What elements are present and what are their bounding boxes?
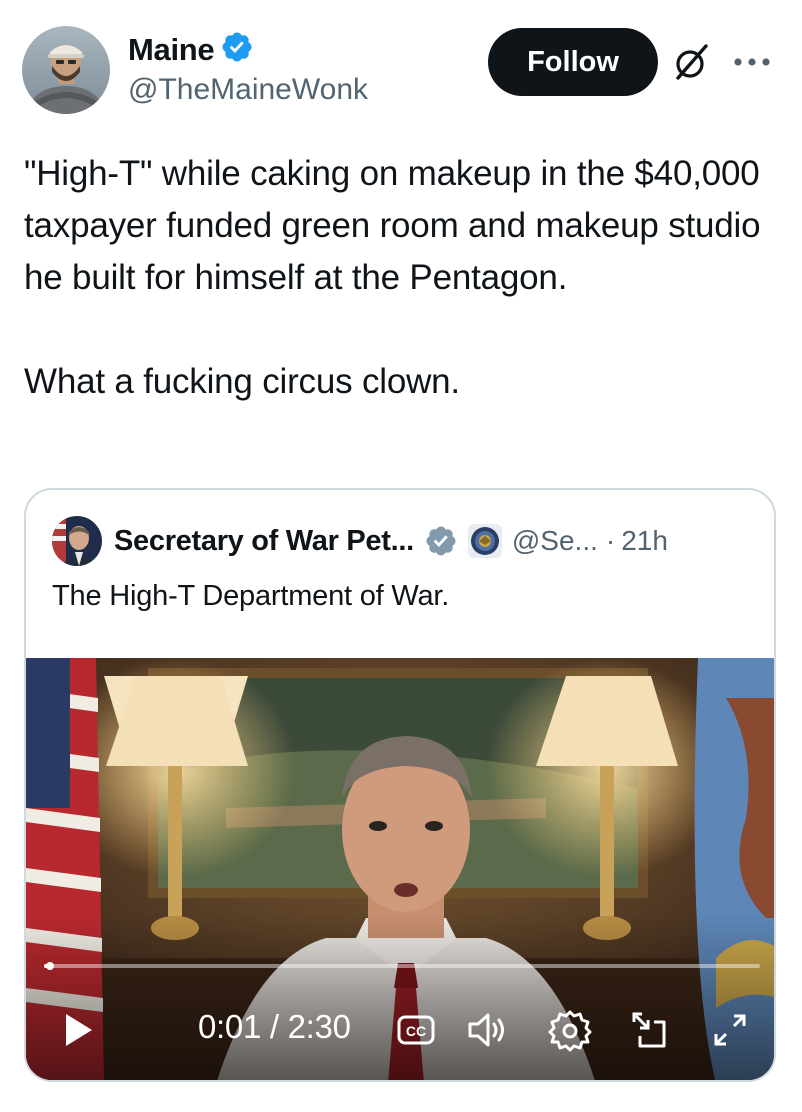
separator-dot: · [605, 525, 616, 556]
gray-verified-badge-icon[interactable] [424, 524, 458, 558]
follow-button[interactable]: Follow [488, 28, 658, 96]
author-block: Maine @TheMaineWonk [128, 30, 368, 107]
pip-icon[interactable] [630, 1010, 670, 1050]
svg-text:CC: CC [406, 1023, 426, 1039]
verified-badge-icon[interactable] [220, 30, 254, 69]
author-handle[interactable]: @TheMaineWonk [128, 73, 368, 107]
department-seal-icon[interactable] [467, 524, 502, 558]
captions-icon[interactable]: CC [396, 1014, 436, 1046]
volume-icon[interactable] [466, 1010, 510, 1050]
video-progress-bar[interactable] [44, 962, 760, 970]
grok-icon[interactable] [672, 42, 712, 82]
author-avatar[interactable] [22, 26, 110, 114]
play-icon[interactable] [60, 1010, 96, 1050]
quoted-author-avatar[interactable] [52, 516, 102, 566]
video-time-label: 0:01 / 2:30 [198, 1008, 351, 1045]
fullscreen-icon[interactable] [710, 1010, 750, 1050]
quoted-tweet-header: Secretary of War Pet... @Se... · 21h [52, 516, 752, 566]
more-icon[interactable] [730, 42, 774, 82]
quoted-tweet-text: The High-T Department of War. [52, 580, 450, 612]
settings-icon[interactable] [548, 1008, 592, 1052]
quoted-author-handle[interactable]: @Se... [512, 525, 598, 557]
video-player[interactable]: 0:01 / 2:30 CC [26, 658, 774, 1080]
quoted-tweet-card[interactable]: Secretary of War Pet... @Se... · 21h The… [24, 488, 776, 1082]
quoted-author-display-name[interactable]: Secretary of War Pet... [114, 525, 414, 558]
author-display-name[interactable]: Maine [128, 32, 215, 68]
tweet-text: "High-T" while caking on makeup in the $… [24, 154, 761, 401]
video-progress-handle[interactable] [46, 962, 54, 970]
tweet-header: Maine @TheMaineWonk Follow [22, 26, 782, 118]
display-name-row: Maine [128, 30, 368, 69]
quoted-tweet-time[interactable]: 21h [621, 525, 668, 557]
